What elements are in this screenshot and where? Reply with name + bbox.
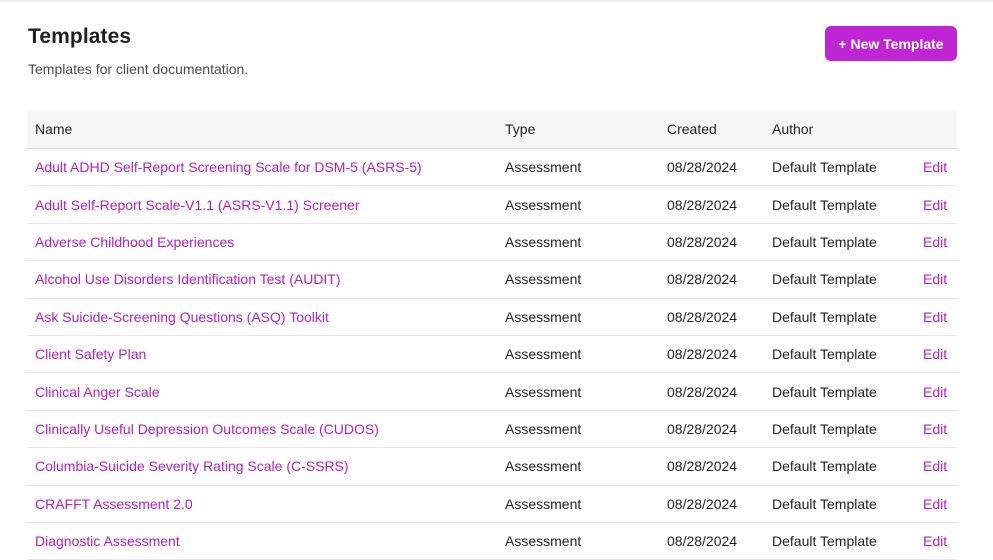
table-row: Clinically Useful Depression Outcomes Sc… (27, 411, 957, 449)
template-created-date: 08/28/2024 (667, 383, 738, 400)
template-type: Assessment (505, 159, 582, 176)
edit-link[interactable]: Edit (923, 309, 947, 325)
table-row: Ask Suicide-Screening Questions (ASQ) To… (27, 299, 957, 336)
top-bar-shadow (0, 0, 993, 3)
column-header-type[interactable]: Type (505, 121, 535, 137)
template-created-date: 08/28/2024 (667, 346, 738, 363)
template-type: Assessment (505, 533, 582, 550)
table-row: Diagnostic Assessment Assessment 08/28/202… (27, 523, 957, 560)
page-subtitle: Templates for client documentation. (28, 61, 249, 77)
edit-link[interactable]: Edit (923, 421, 947, 437)
template-created-date: 08/28/2024 (667, 233, 738, 250)
table-row: Client Safety Plan Assessment 08/28/2024 De… (27, 336, 957, 374)
template-name-link[interactable]: Diagnostic Assessment (35, 533, 180, 549)
template-created-date: 08/28/2024 (667, 196, 738, 213)
template-name-link[interactable]: Adult Self-Report Scale-V1.1 (ASRS-V1.1)… (35, 197, 359, 213)
template-type: Assessment (505, 346, 582, 363)
template-type: Assessment (505, 271, 582, 288)
column-header-name[interactable]: Name (35, 121, 72, 137)
template-author: Default Template (772, 271, 877, 288)
template-name-link[interactable]: Client Safety Plan (35, 346, 146, 362)
template-created-date: 08/28/2024 (667, 420, 738, 437)
template-created-date: 08/28/2024 (667, 533, 738, 550)
edit-link[interactable]: Edit (923, 159, 947, 175)
template-created-date: 08/28/2024 (667, 458, 738, 475)
table-header: Name Type Created Author (27, 110, 957, 149)
table-body: Adult ADHD Self-Report Screening Scale f… (27, 149, 957, 560)
template-author: Default Template (772, 196, 877, 213)
template-author: Default Template (772, 458, 877, 475)
template-created-date: 08/28/2024 (667, 495, 738, 512)
template-type: Assessment (505, 383, 582, 400)
template-name-link[interactable]: Adult ADHD Self-Report Screening Scale f… (35, 159, 422, 175)
edit-link[interactable]: Edit (923, 197, 947, 213)
template-name-link[interactable]: Columbia-Suicide Severity Rating Scale (… (35, 458, 349, 474)
template-type: Assessment (505, 458, 582, 475)
template-name-link[interactable]: Alcohol Use Disorders Identification Tes… (35, 271, 341, 287)
template-name-link[interactable]: CRAFFT Assessment 2.0 (35, 496, 193, 512)
template-author: Default Template (772, 308, 877, 325)
edit-link[interactable]: Edit (923, 384, 947, 400)
template-created-date: 08/28/2024 (667, 308, 738, 325)
template-author: Default Template (772, 420, 877, 437)
template-author: Default Template (772, 495, 877, 512)
template-type: Assessment (505, 308, 582, 325)
edit-link[interactable]: Edit (923, 496, 947, 512)
template-author: Default Template (772, 383, 877, 400)
template-created-date: 08/28/2024 (667, 271, 738, 288)
template-type: Assessment (505, 233, 582, 250)
table-row: Clinical Anger Scale Assessment 08/28/2024… (27, 373, 957, 411)
template-name-link[interactable]: Clinical Anger Scale (35, 384, 160, 400)
page-title: Templates (28, 25, 132, 48)
column-header-created[interactable]: Created (667, 121, 717, 137)
template-type: Assessment (505, 495, 582, 512)
edit-link[interactable]: Edit (923, 271, 947, 287)
template-author: Default Template (772, 159, 877, 176)
column-header-author[interactable]: Author (772, 121, 813, 137)
template-type: Assessment (505, 196, 582, 213)
table-row: Alcohol Use Disorders Identification Tes… (27, 261, 957, 299)
template-name-link[interactable]: Adverse Childhood Experiences (35, 234, 234, 250)
edit-link[interactable]: Edit (923, 533, 947, 549)
template-author: Default Template (772, 533, 877, 550)
table-row: Adverse Childhood Experiences Assessment 0… (27, 224, 957, 262)
edit-link[interactable]: Edit (923, 458, 947, 474)
template-name-link[interactable]: Ask Suicide-Screening Questions (ASQ) To… (35, 309, 329, 325)
table-row: Adult ADHD Self-Report Screening Scale f… (27, 149, 957, 187)
new-template-button[interactable]: + New Template (825, 26, 957, 61)
template-created-date: 08/28/2024 (667, 159, 738, 176)
template-type: Assessment (505, 420, 582, 437)
template-author: Default Template (772, 346, 877, 363)
edit-link[interactable]: Edit (923, 346, 947, 362)
templates-table: Name Type Created Author Adult ADHD Self… (27, 110, 957, 560)
table-row: Adult Self-Report Scale-V1.1 (ASRS-V1.1)… (27, 186, 957, 224)
edit-link[interactable]: Edit (923, 234, 947, 250)
template-author: Default Template (772, 233, 877, 250)
table-row: CRAFFT Assessment 2.0 Assessment 08/28/202… (27, 486, 957, 523)
template-name-link[interactable]: Clinically Useful Depression Outcomes Sc… (35, 421, 379, 437)
table-row: Columbia-Suicide Severity Rating Scale (… (27, 448, 957, 486)
